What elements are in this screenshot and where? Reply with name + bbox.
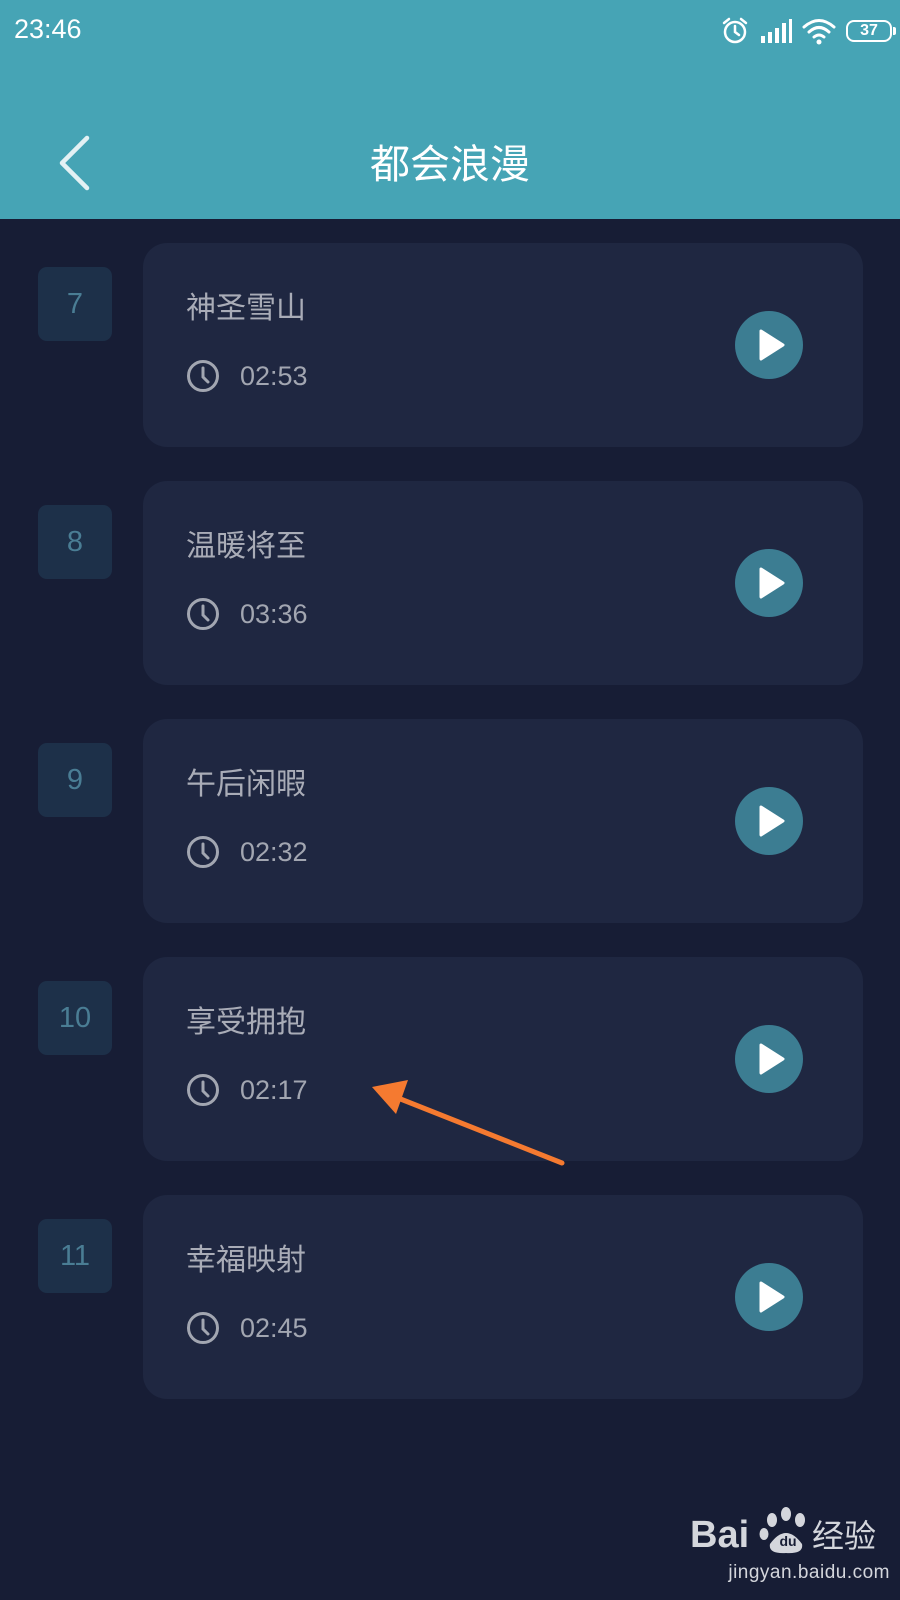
play-icon — [759, 329, 785, 361]
status-time: 23:46 — [14, 14, 82, 44]
track-number: 10 — [38, 981, 112, 1055]
clock-icon — [187, 1074, 219, 1106]
track-duration: 02:17 — [240, 1075, 308, 1105]
clock-icon — [187, 1312, 219, 1344]
track-row: 11 幸福映射 02:45 — [0, 1195, 900, 1399]
track-row: 9 午后闲暇 02:32 — [0, 719, 900, 923]
track-duration: 02:53 — [240, 361, 308, 391]
track-card[interactable]: 神圣雪山 02:53 — [143, 243, 863, 447]
play-button[interactable] — [735, 1263, 803, 1331]
track-title: 神圣雪山 — [186, 291, 306, 326]
play-button[interactable] — [735, 311, 803, 379]
play-button[interactable] — [735, 1025, 803, 1093]
baidu-jingyan-logo: Bai du 经验 — [690, 1507, 876, 1556]
track-duration: 02:45 — [240, 1313, 308, 1343]
battery-icon: 37 — [846, 20, 896, 42]
alarm-icon — [722, 17, 748, 44]
baidu-watermark: Bai du 经验 jingyan.baidu.com — [690, 1500, 890, 1590]
play-button[interactable] — [735, 549, 803, 617]
track-title: 享受拥抱 — [186, 1005, 306, 1040]
play-icon — [759, 805, 785, 837]
track-number: 9 — [38, 743, 112, 817]
track-card[interactable]: 享受拥抱 02:17 — [143, 957, 863, 1161]
track-row: 7 神圣雪山 02:53 — [0, 243, 900, 447]
page-title: 都会浪漫 — [370, 142, 530, 188]
track-duration: 03:36 — [240, 599, 308, 629]
svg-text:Bai: Bai — [690, 1514, 749, 1556]
status-icons: 37 — [710, 14, 896, 48]
play-button[interactable] — [735, 787, 803, 855]
track-card[interactable]: 幸福映射 02:45 — [143, 1195, 863, 1399]
svg-text:du: du — [779, 1533, 796, 1549]
signal-icon — [761, 19, 792, 43]
battery-level: 37 — [860, 22, 878, 39]
track-number: 7 — [38, 267, 112, 341]
svg-text:经验: 经验 — [812, 1517, 876, 1555]
track-card[interactable]: 午后闲暇 02:32 — [143, 719, 863, 923]
track-duration: 02:32 — [240, 837, 308, 867]
track-title: 午后闲暇 — [186, 767, 306, 802]
track-title: 幸福映射 — [186, 1243, 306, 1278]
track-number: 11 — [38, 1219, 112, 1293]
track-row: 8 温暖将至 03:36 — [0, 481, 900, 685]
status-bar: 23:46 37 — [0, 0, 900, 62]
watermark-url: jingyan.baidu.com — [728, 1562, 890, 1583]
header-bar: 23:46 37 都会浪漫 — [0, 0, 900, 219]
track-row: 10 享受拥抱 02:17 — [0, 957, 900, 1161]
clock-icon — [187, 360, 219, 392]
play-icon — [759, 1043, 785, 1075]
clock-icon — [187, 598, 219, 630]
wifi-icon — [802, 19, 836, 45]
track-number: 8 — [38, 505, 112, 579]
track-title: 温暖将至 — [186, 529, 306, 564]
play-icon — [759, 567, 785, 599]
track-card[interactable]: 温暖将至 03:36 — [143, 481, 863, 685]
play-icon — [759, 1281, 785, 1313]
clock-icon — [187, 836, 219, 868]
